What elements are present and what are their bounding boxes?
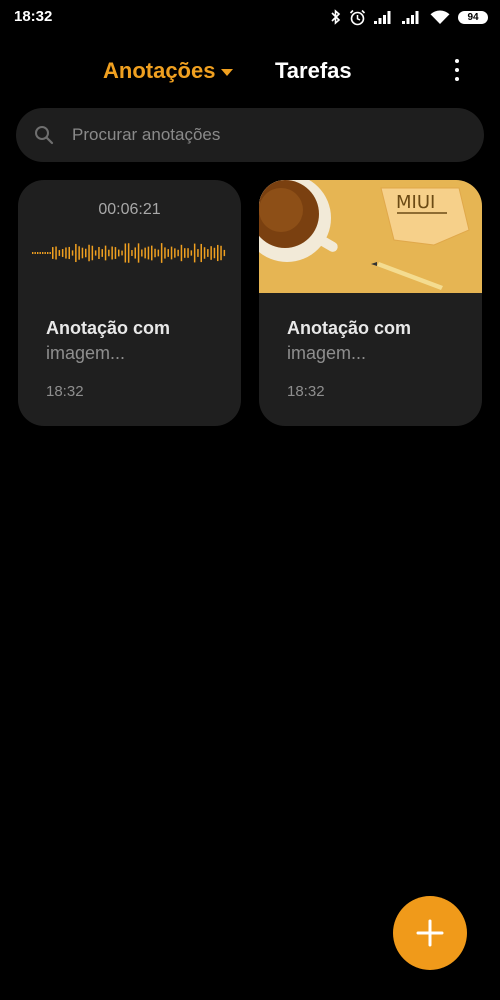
tab-notes[interactable]: Anotações bbox=[103, 58, 234, 84]
waveform-bar bbox=[55, 246, 57, 260]
waveform-bar bbox=[144, 247, 146, 259]
waveform-bar bbox=[47, 252, 49, 254]
waveform-bar bbox=[207, 249, 209, 257]
waveform-bar bbox=[98, 247, 100, 259]
waveform-bar bbox=[39, 252, 41, 254]
waveform-bar bbox=[118, 249, 120, 257]
audio-waveform bbox=[32, 243, 226, 263]
waveform-bar bbox=[147, 246, 150, 260]
waveform-bar bbox=[193, 243, 196, 263]
note-card-image[interactable]: MIUI Anotação com imagem... 18:32 bbox=[259, 180, 482, 426]
waveform-bar bbox=[124, 243, 127, 263]
waveform-bar bbox=[49, 252, 51, 254]
waveform-bar bbox=[210, 246, 212, 260]
waveform-bar bbox=[111, 246, 113, 260]
audio-duration: 00:06:21 bbox=[98, 201, 161, 218]
tab-tasks[interactable]: Tarefas bbox=[275, 58, 352, 84]
note-time: 18:32 bbox=[46, 383, 84, 400]
plus-icon bbox=[416, 919, 444, 947]
status-bar: 18:32 94 bbox=[0, 0, 500, 34]
waveform-bar bbox=[75, 243, 77, 263]
waveform-bar bbox=[180, 244, 183, 262]
waveform-bar bbox=[131, 250, 133, 256]
waveform-bar bbox=[137, 243, 140, 263]
waveform-bar bbox=[200, 243, 202, 263]
waveform-bar bbox=[91, 245, 94, 261]
waveform-bar bbox=[34, 252, 36, 254]
waveform-bar bbox=[170, 246, 173, 260]
header: Anotações Tarefas bbox=[0, 52, 500, 92]
note-subtitle: imagem... bbox=[287, 343, 367, 363]
status-time: 18:32 bbox=[14, 8, 53, 25]
alarm-icon bbox=[349, 9, 366, 26]
waveform-bar bbox=[223, 249, 226, 257]
status-icons: 94 bbox=[331, 7, 488, 27]
battery-icon: 94 bbox=[458, 10, 488, 24]
waveform-bar bbox=[174, 248, 176, 258]
waveform-bar bbox=[32, 252, 34, 254]
waveform-bar bbox=[190, 250, 193, 256]
waveform-bar bbox=[108, 249, 110, 257]
search-input[interactable] bbox=[70, 124, 434, 146]
waveform-bar bbox=[157, 249, 160, 257]
waveform-bar bbox=[81, 247, 84, 259]
note-title: Anotação com bbox=[46, 318, 171, 338]
waveform-bar bbox=[44, 252, 46, 254]
waveform-bar bbox=[184, 248, 186, 258]
waveform-bar bbox=[52, 247, 54, 259]
wifi-icon bbox=[430, 9, 450, 25]
waveform-bar bbox=[61, 249, 64, 257]
waveform-bar bbox=[114, 247, 117, 259]
search-icon bbox=[35, 126, 54, 145]
waveform-bar bbox=[134, 247, 136, 259]
bluetooth-icon bbox=[331, 9, 341, 25]
waveform-bar bbox=[160, 243, 163, 263]
waveform-bar bbox=[127, 243, 130, 263]
waveform-bar bbox=[220, 245, 222, 261]
note-time: 18:32 bbox=[287, 383, 325, 400]
waveform-bar bbox=[203, 247, 206, 259]
waveform-bar bbox=[213, 247, 216, 259]
waveform-bar bbox=[121, 250, 123, 256]
waveform-bar bbox=[104, 245, 107, 261]
waveform-bar bbox=[42, 252, 44, 254]
waveform-bar bbox=[88, 244, 90, 262]
waveform-bar bbox=[65, 247, 67, 259]
signal-icon bbox=[402, 10, 422, 24]
image-text: MIUI bbox=[396, 192, 435, 213]
waveform-bar bbox=[217, 244, 219, 262]
waveform-bar bbox=[71, 250, 74, 256]
add-note-button[interactable] bbox=[393, 896, 467, 970]
waveform-bar bbox=[101, 249, 103, 257]
search-bar[interactable] bbox=[16, 108, 484, 162]
waveform-bar bbox=[78, 246, 80, 260]
more-vertical-icon[interactable] bbox=[446, 56, 468, 84]
waveform-bar bbox=[177, 249, 179, 257]
tab-notes-label: Anotações bbox=[103, 58, 216, 83]
waveform-bar bbox=[187, 248, 189, 258]
waveform-bar bbox=[167, 249, 169, 257]
waveform-bar bbox=[197, 249, 199, 257]
waveform-bar bbox=[94, 250, 97, 256]
waveform-bar bbox=[58, 250, 61, 256]
waveform-bar bbox=[68, 246, 70, 260]
note-image: MIUI bbox=[259, 180, 482, 293]
waveform-bar bbox=[151, 245, 153, 261]
signal-icon bbox=[374, 10, 394, 24]
waveform-bar bbox=[154, 248, 156, 258]
waveform-bar bbox=[85, 248, 87, 258]
note-title: Anotação com bbox=[287, 318, 412, 338]
note-card-audio[interactable]: 00:06:21 Anotação com imagem... 18:32 bbox=[18, 180, 241, 426]
waveform-bar bbox=[141, 249, 143, 257]
waveform-bar bbox=[37, 252, 39, 254]
waveform-bar bbox=[164, 247, 166, 259]
note-subtitle: imagem... bbox=[46, 343, 126, 363]
caret-down-icon bbox=[221, 68, 234, 76]
